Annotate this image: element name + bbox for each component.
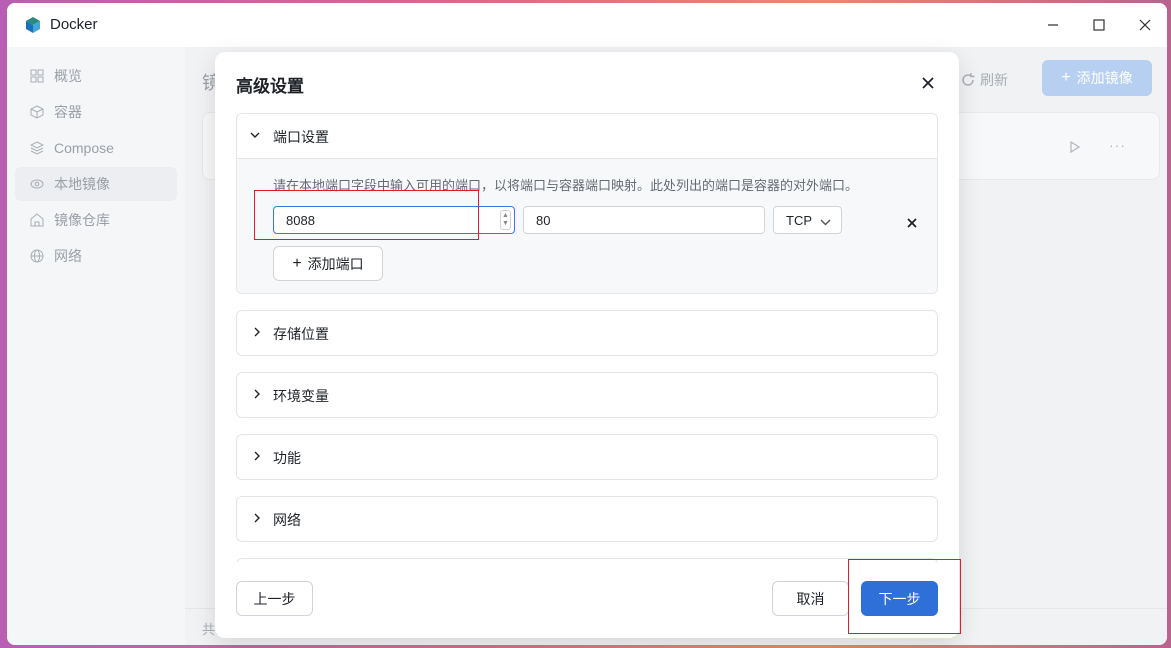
grid-icon [29,68,45,84]
highlight-box-local-port [254,190,479,240]
network-section-header[interactable]: 网络 [237,497,937,541]
eye-icon [29,176,45,192]
footer-text: 共 [202,622,216,637]
features-section[interactable]: 功能 [236,434,938,480]
storage-section-header[interactable]: 存储位置 [237,311,937,355]
add-port-button[interactable]: + 添加端口 [273,246,383,281]
remove-port-icon[interactable] [906,216,918,228]
sidebar-item-label: 本地镜像 [54,176,110,192]
layers-icon [29,140,45,156]
highlight-box-next-button [848,559,961,634]
features-section-header[interactable]: 功能 [237,435,937,479]
sidebar-item-label: Compose [54,140,114,156]
container-port-value: 80 [536,212,551,228]
port-stepper[interactable]: ▲ ▼ [500,210,511,230]
minimize-icon[interactable] [1041,13,1065,37]
close-icon[interactable] [919,74,937,92]
sidebar-item-label: 镜像仓库 [54,212,110,228]
sidebar-item-containers[interactable]: 容器 [15,95,177,129]
chevron-right-icon [251,325,263,339]
env-section-label: 环境变量 [273,388,329,404]
chevron-down-icon [820,214,831,229]
advanced-settings-dialog: 高级设置 端口设置 请在本地端口字段中输入可用的端口，以将端口与容器端口映射。此… [215,52,959,638]
prev-step-label: 上一步 [253,590,296,607]
network-section[interactable]: 网络 [236,496,938,542]
prev-step-button[interactable]: 上一步 [236,581,313,616]
home-icon [29,212,45,228]
refresh-label: 刷新 [980,72,1008,88]
container-port-input[interactable]: 80 [523,206,765,234]
sidebar-item-network[interactable]: 网络 [15,239,177,273]
storage-section[interactable]: 存储位置 [236,310,938,356]
env-section-header[interactable]: 环境变量 [237,373,937,417]
storage-section-label: 存储位置 [273,326,329,342]
sidebar-item-label: 概览 [54,68,82,84]
ports-section-label: 端口设置 [273,129,329,145]
add-image-button[interactable]: + 添加镜像 [1042,60,1152,96]
protocol-value: TCP [786,212,812,228]
network-section-label: 网络 [273,512,301,528]
play-icon[interactable] [1070,140,1081,156]
chevron-right-icon [251,511,263,525]
sidebar-item-overview[interactable]: 概览 [15,59,177,93]
env-section[interactable]: 环境变量 [236,372,938,418]
globe-icon [29,248,45,264]
add-port-label: 添加端口 [307,255,364,272]
chevron-right-icon [251,387,263,401]
chevron-down-icon: ▼ [502,220,509,227]
cancel-label: 取消 [796,590,825,607]
more-icon[interactable]: ··· [1109,137,1126,153]
add-image-label: 添加镜像 [1076,70,1133,86]
cube-icon [29,104,45,120]
sidebar-item-compose[interactable]: Compose [15,131,177,165]
sidebar: 概览 容器 Compose 本地镜像 镜像仓库 网络 [7,47,185,645]
sidebar-item-label: 网络 [54,248,82,264]
chevron-up-icon: ▲ [502,212,509,219]
refresh-button[interactable]: 刷新 [961,63,1008,97]
chevron-right-icon [251,449,263,463]
sidebar-item-registry[interactable]: 镜像仓库 [15,203,177,237]
dialog-title: 高级设置 [236,77,304,96]
ports-section-header[interactable]: 端口设置 [237,114,937,158]
cancel-button[interactable]: 取消 [772,581,849,616]
app-title: Docker [50,16,98,33]
docker-logo-icon [24,16,42,34]
plus-icon: + [1061,69,1071,86]
title-bar: Docker [7,3,1167,47]
close-window-icon[interactable] [1133,13,1157,37]
maximize-icon[interactable] [1087,13,1111,37]
sidebar-item-label: 容器 [54,104,82,120]
features-section-label: 功能 [273,450,301,466]
refresh-icon [961,73,975,87]
sidebar-item-local-images[interactable]: 本地镜像 [15,167,177,201]
chevron-down-icon [249,128,261,142]
plus-icon: + [292,254,302,272]
protocol-select[interactable]: TCP [773,206,842,234]
